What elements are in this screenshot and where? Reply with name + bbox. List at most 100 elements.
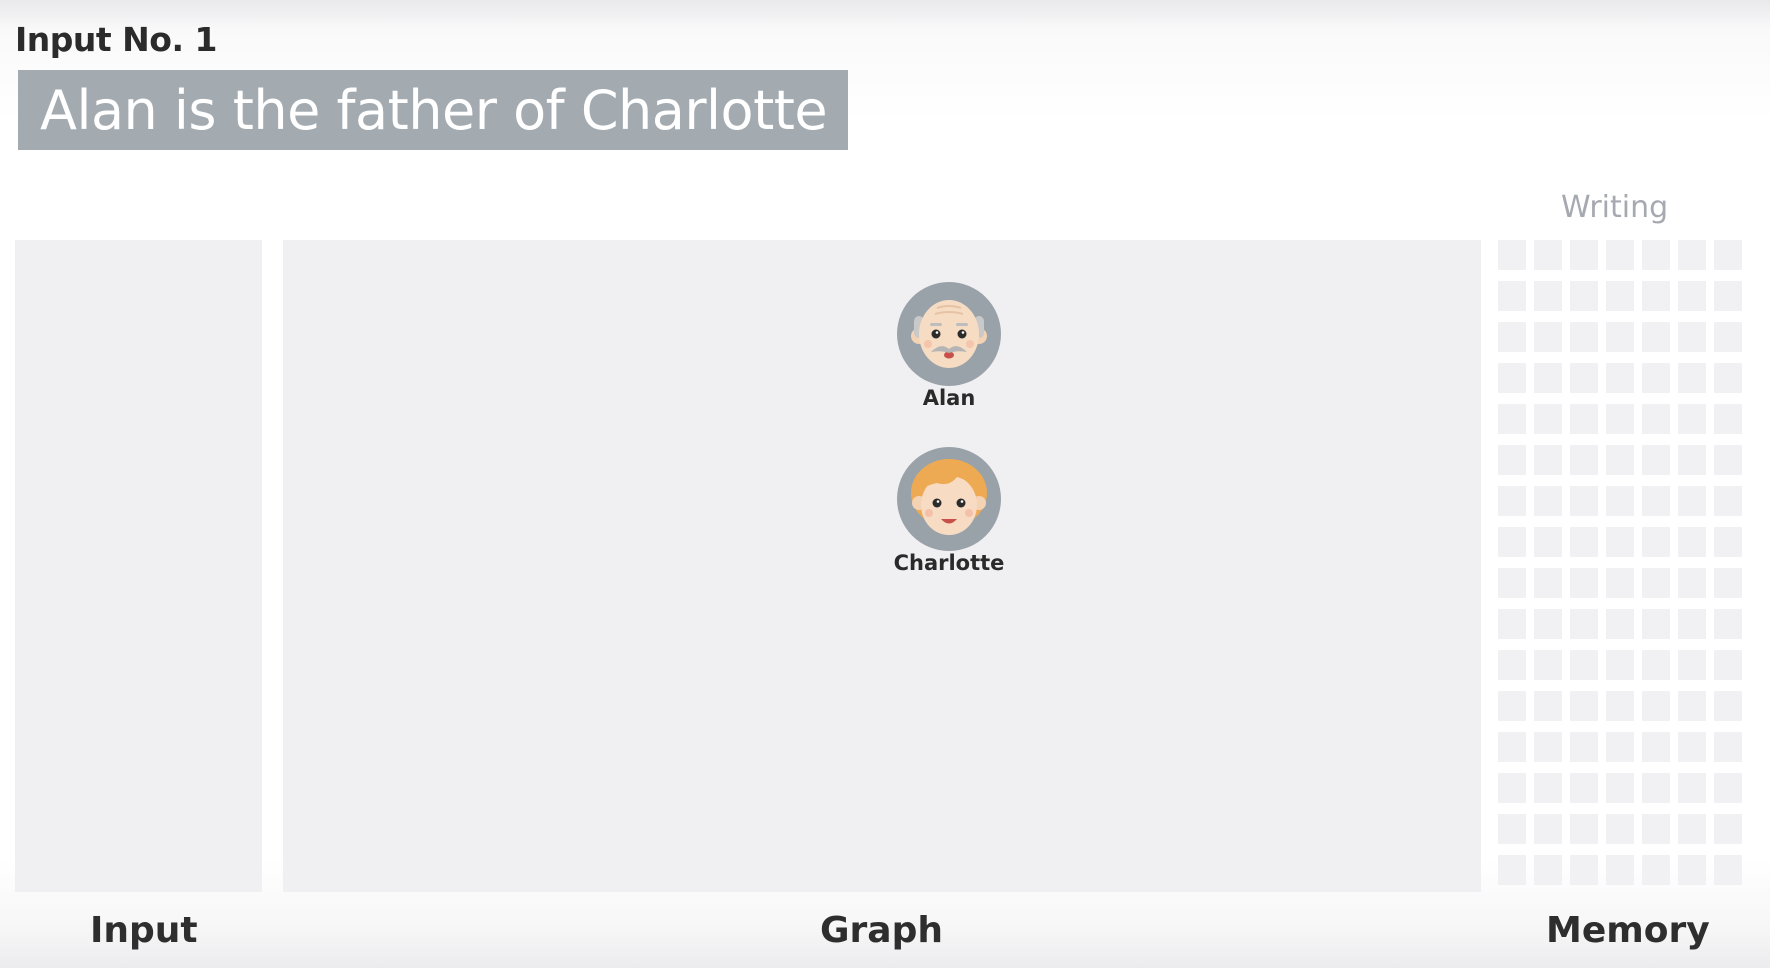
memory-cell [1714,650,1742,680]
memory-cell [1714,322,1742,352]
memory-cell [1714,404,1742,434]
memory-cell [1642,486,1670,516]
memory-cell [1642,773,1670,803]
memory-cell [1606,404,1634,434]
memory-cell [1570,445,1598,475]
input-sentence: Alan is the father of Charlotte [40,78,828,142]
memory-cell [1606,773,1634,803]
memory-cell [1570,240,1598,270]
memory-cell [1570,281,1598,311]
memory-cell [1498,322,1526,352]
memory-cell [1642,240,1670,270]
graph-node-alan[interactable]: Alan [879,282,1019,410]
memory-cell [1534,814,1562,844]
memory-cell [1678,240,1706,270]
memory-cell [1642,568,1670,598]
memory-cell [1534,281,1562,311]
memory-cell [1534,486,1562,516]
memory-cell [1570,527,1598,557]
memory-cell [1534,568,1562,598]
input-panel [15,240,262,892]
memory-cell [1606,814,1634,844]
memory-cell [1534,527,1562,557]
memory-cell [1606,322,1634,352]
memory-cell [1570,568,1598,598]
section-label-input: Input [90,910,198,951]
memory-cell [1534,691,1562,721]
memory-cell [1570,363,1598,393]
memory-cell [1714,691,1742,721]
girl-avatar-icon [897,447,1001,551]
memory-cell [1714,732,1742,762]
memory-cell [1714,609,1742,639]
memory-cell [1678,855,1706,885]
memory-cell [1498,527,1526,557]
memory-cell [1498,568,1526,598]
memory-cell [1678,404,1706,434]
memory-cell [1678,568,1706,598]
memory-cell [1606,855,1634,885]
input-number-title: Input No. 1 [15,20,217,59]
memory-cell [1498,240,1526,270]
memory-cell [1642,732,1670,762]
memory-cell [1678,691,1706,721]
memory-cell [1642,281,1670,311]
memory-cell [1714,855,1742,885]
memory-cell [1498,732,1526,762]
memory-cell [1570,609,1598,639]
memory-cell [1534,363,1562,393]
memory-cell [1606,486,1634,516]
section-label-graph: Graph [820,910,943,951]
memory-cell [1606,732,1634,762]
memory-cell [1498,486,1526,516]
memory-cell [1678,322,1706,352]
memory-cell [1534,322,1562,352]
memory-cell [1714,363,1742,393]
memory-cell [1678,281,1706,311]
memory-cell [1534,773,1562,803]
old-man-avatar-icon [897,282,1001,386]
memory-cell [1678,527,1706,557]
memory-cell [1606,568,1634,598]
memory-grid [1498,240,1745,892]
graph-node-charlotte[interactable]: Charlotte [879,447,1019,575]
memory-cell [1714,773,1742,803]
memory-cell [1570,691,1598,721]
memory-cell [1498,814,1526,844]
memory-cell [1678,814,1706,844]
memory-cell [1606,281,1634,311]
memory-cell [1570,650,1598,680]
memory-cell [1570,814,1598,844]
memory-cell [1498,691,1526,721]
memory-cell [1642,691,1670,721]
memory-cell [1678,486,1706,516]
memory-cell [1570,404,1598,434]
memory-cell [1534,404,1562,434]
node-label-alan: Alan [922,386,976,410]
memory-cell [1570,732,1598,762]
memory-cell [1642,609,1670,639]
memory-cell [1678,773,1706,803]
memory-cell [1714,814,1742,844]
memory-cell [1534,650,1562,680]
memory-cell [1498,609,1526,639]
memory-cell [1678,732,1706,762]
memory-cell [1498,404,1526,434]
memory-cell [1606,609,1634,639]
memory-cell [1606,363,1634,393]
memory-cell [1498,855,1526,885]
memory-cell [1678,445,1706,475]
memory-cell [1570,322,1598,352]
memory-cell [1714,281,1742,311]
memory-cell [1570,855,1598,885]
memory-cell [1714,486,1742,516]
memory-cell [1642,527,1670,557]
memory-cell [1606,650,1634,680]
memory-cell [1642,814,1670,844]
memory-status-label: Writing [1561,190,1669,225]
memory-cell [1606,527,1634,557]
memory-cell [1498,773,1526,803]
memory-cell [1534,609,1562,639]
section-label-memory: Memory [1546,910,1710,951]
memory-cell [1678,363,1706,393]
